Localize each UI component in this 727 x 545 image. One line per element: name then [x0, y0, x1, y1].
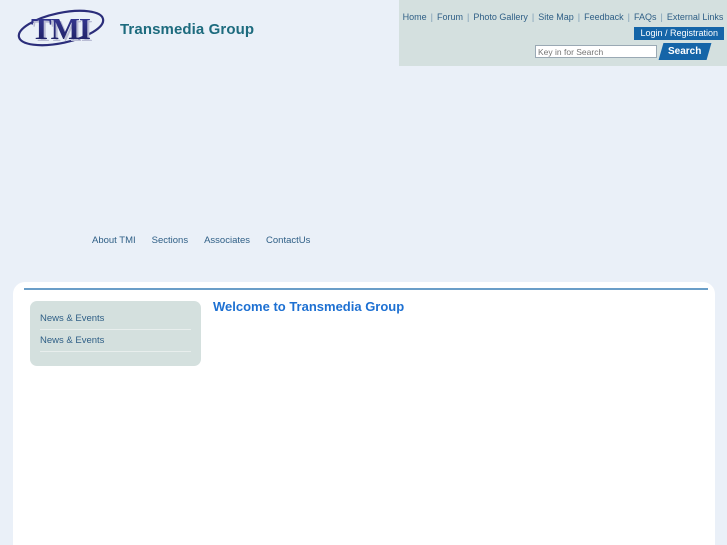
page-header: TMI TMI Transmedia Group Home | Forum | Phot… [0, 0, 727, 68]
main-nav-item-contact-us[interactable]: ContactUs [266, 235, 310, 246]
top-nav-link-external-links[interactable]: External Links [667, 12, 724, 22]
main-nav: About TMI Sections Associates ContactUs [92, 235, 326, 246]
page-title: Welcome to Transmedia Group [213, 299, 405, 314]
svg-text:TMI: TMI [31, 11, 91, 46]
sidebar-item-news-events[interactable]: News & Events [40, 330, 191, 352]
top-nav-link-photo-gallery[interactable]: Photo Gallery [473, 12, 528, 22]
nav-separator: | [660, 12, 663, 22]
content-panel: News & Events News & Events Welcome to T… [13, 282, 715, 545]
main-nav-item-about-tmi[interactable]: About TMI [92, 235, 136, 246]
nav-separator: | [430, 12, 433, 22]
top-nav-link-site-map[interactable]: Site Map [538, 12, 574, 22]
search-row: Search [399, 43, 727, 63]
panel-top-divider [24, 288, 708, 290]
sidebar-box: News & Events News & Events [30, 301, 201, 366]
brand-block: TMI TMI Transmedia Group [14, 6, 254, 52]
top-nav-link-home[interactable]: Home [403, 12, 427, 22]
login-registration-button[interactable]: Login / Registration [634, 27, 724, 40]
search-input[interactable] [535, 45, 657, 58]
tmi-logo-icon: TMI TMI [14, 7, 110, 51]
sidebar-item-news-events[interactable]: News & Events [40, 308, 191, 330]
top-nav-link-feedback[interactable]: Feedback [584, 12, 624, 22]
nav-separator: | [531, 12, 535, 22]
top-nav-link-faqs[interactable]: FAQs [634, 12, 657, 22]
sidebar-item-label: News & Events [40, 313, 105, 324]
nav-separator: | [627, 12, 630, 22]
search-button-label: Search [668, 46, 702, 57]
main-nav-item-associates[interactable]: Associates [204, 235, 250, 246]
top-nav-link-forum[interactable]: Forum [437, 12, 463, 22]
nav-separator: | [577, 12, 581, 22]
search-button[interactable]: Search [658, 43, 712, 60]
main-nav-item-sections[interactable]: Sections [152, 235, 188, 246]
sidebar-item-label: News & Events [40, 335, 105, 346]
brand-name: Transmedia Group [120, 20, 255, 38]
nav-separator: | [467, 12, 470, 22]
top-nav-panel: Home | Forum | Photo Gallery | Site Map | Feedba… [399, 0, 727, 66]
top-nav-links: Home | Forum | Photo Gallery | Site Map | Feedba… [399, 12, 727, 22]
